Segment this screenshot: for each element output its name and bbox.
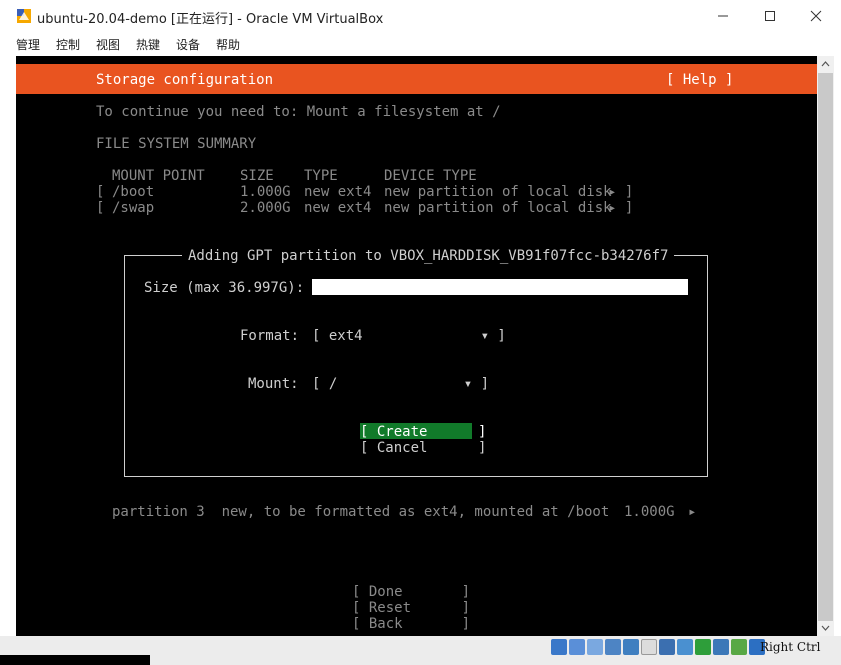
chevron-down-icon bbox=[821, 625, 830, 631]
mount-label: Mount: bbox=[248, 376, 299, 392]
scroll-down-button[interactable] bbox=[817, 620, 834, 636]
mount-select[interactable]: [ / ▾ ] bbox=[312, 376, 489, 392]
col-size: SIZE bbox=[240, 168, 274, 184]
row-mount: /swap bbox=[112, 200, 155, 216]
back-button[interactable]: [ Back ] bbox=[352, 616, 470, 632]
format-label: Format: bbox=[240, 328, 300, 344]
menu-view[interactable]: 视图 bbox=[96, 36, 120, 53]
row-open-bracket: [ bbox=[96, 200, 105, 216]
size-input[interactable] bbox=[312, 279, 688, 295]
optical-drive-icon[interactable] bbox=[569, 639, 585, 655]
reset-button[interactable]: [ Reset ] bbox=[352, 600, 470, 616]
status-left-area bbox=[0, 655, 150, 665]
row-type: new ext4 bbox=[304, 184, 372, 200]
row-open-bracket: [ bbox=[96, 184, 105, 200]
keyboard-icon[interactable] bbox=[731, 639, 747, 655]
shared-folders-icon[interactable] bbox=[641, 639, 657, 655]
maximize-icon bbox=[765, 11, 775, 21]
cpu-icon[interactable] bbox=[695, 639, 711, 655]
menu-bar: 管理 控制 视图 热键 设备 帮助 bbox=[0, 33, 841, 55]
window-title: ubuntu-20.04-demo [正在运行] - Oracle VM Vir… bbox=[37, 12, 384, 27]
row-device: new partition of local disk bbox=[384, 200, 612, 216]
create-button[interactable]: [ Create ] bbox=[360, 424, 486, 440]
cancel-button[interactable]: [ Cancel ] bbox=[360, 440, 486, 456]
network-icon[interactable] bbox=[605, 639, 621, 655]
row-device: new partition of local disk bbox=[384, 184, 612, 200]
display-icon[interactable] bbox=[659, 639, 675, 655]
menu-hotkeys[interactable]: 热键 bbox=[136, 36, 160, 53]
col-mount-point: MOUNT POINT bbox=[112, 168, 205, 184]
row-size: 2.000G bbox=[240, 200, 291, 216]
maximize-button[interactable] bbox=[750, 4, 790, 28]
row-mount: /boot bbox=[112, 184, 155, 200]
hard-disk-icon[interactable] bbox=[551, 639, 567, 655]
header-title: Storage configuration bbox=[96, 72, 274, 88]
summary-heading: FILE SYSTEM SUMMARY bbox=[96, 136, 257, 152]
partition-line[interactable]: partition 3 new, to be formatted as ext4… bbox=[112, 504, 609, 520]
row-arrow: ▸ ] bbox=[608, 184, 634, 200]
format-select[interactable]: [ ext4 ▾ ] bbox=[312, 328, 506, 344]
partition-size: 1.000G bbox=[624, 504, 675, 520]
dialog-title: Adding GPT partition to VBOX_HARDDISK_VB… bbox=[182, 248, 675, 264]
help-button[interactable]: [ Help ] bbox=[666, 72, 733, 88]
minimize-button[interactable] bbox=[703, 4, 743, 28]
col-type: TYPE bbox=[304, 168, 338, 184]
status-bar: Right Ctrl bbox=[0, 636, 841, 665]
menu-help[interactable]: 帮助 bbox=[216, 36, 240, 53]
close-icon bbox=[810, 10, 822, 22]
scroll-up-button[interactable] bbox=[817, 56, 834, 72]
instruction-text: To continue you need to: Mount a filesys… bbox=[96, 104, 501, 120]
row-arrow: ▸ ] bbox=[608, 200, 634, 216]
virtualbox-app-icon bbox=[17, 9, 31, 23]
status-icons bbox=[551, 639, 765, 655]
done-button[interactable]: [ Done ] bbox=[352, 584, 470, 600]
mouse-integration-icon[interactable] bbox=[713, 639, 729, 655]
host-key-label: Right Ctrl bbox=[760, 640, 821, 654]
col-device-type: DEVICE TYPE bbox=[384, 168, 477, 184]
audio-icon[interactable] bbox=[587, 639, 603, 655]
vertical-scrollbar[interactable] bbox=[817, 56, 834, 636]
menu-manage[interactable]: 管理 bbox=[16, 36, 40, 53]
row-type: new ext4 bbox=[304, 200, 372, 216]
window-titlebar: ubuntu-20.04-demo [正在运行] - Oracle VM Vir… bbox=[0, 0, 841, 33]
recording-icon[interactable] bbox=[677, 639, 693, 655]
scroll-thumb[interactable] bbox=[818, 73, 833, 621]
vm-screen[interactable]: Storage configuration [ Help ] To contin… bbox=[16, 56, 817, 636]
size-label: Size (max 36.997G): bbox=[144, 280, 305, 296]
minimize-icon bbox=[718, 15, 728, 17]
chevron-up-icon bbox=[821, 61, 830, 67]
row-size: 1.000G bbox=[240, 184, 291, 200]
menu-devices[interactable]: 设备 bbox=[176, 36, 200, 53]
close-button[interactable] bbox=[796, 4, 836, 28]
menu-control[interactable]: 控制 bbox=[56, 36, 80, 53]
partition-arrow-icon: ▸ bbox=[688, 504, 697, 520]
usb-icon[interactable] bbox=[623, 639, 639, 655]
